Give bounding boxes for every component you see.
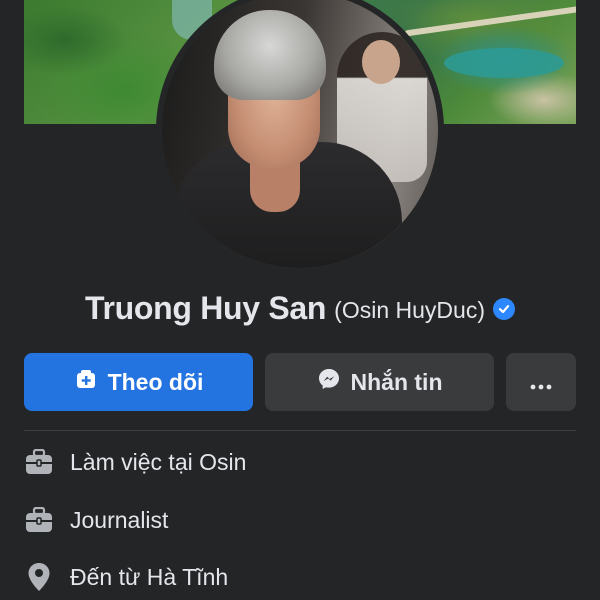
briefcase-icon: [24, 447, 54, 477]
intro-occupation-text: Journalist: [70, 506, 169, 533]
message-button[interactable]: Nhắn tin: [265, 353, 494, 411]
cover-lake: [444, 48, 564, 78]
verified-badge-icon: [492, 298, 515, 320]
profile-alternate-name: (Osin HuyDuc): [334, 296, 485, 323]
avatar-background-person-head: [362, 40, 400, 84]
profile-avatar[interactable]: [162, 0, 438, 268]
intro-item-occupation: Journalist: [24, 500, 576, 540]
profile-name: Truong Huy San: [85, 289, 327, 326]
more-dots-icon: [529, 369, 553, 396]
intro-item-hometown: Đến từ Hà Tĩnh: [24, 557, 576, 597]
follow-button[interactable]: Theo dõi: [24, 353, 253, 411]
location-pin-icon: [24, 562, 54, 592]
more-options-button[interactable]: [506, 353, 576, 411]
messenger-icon: [317, 367, 341, 397]
intro-item-work: Làm việc tại Osin: [24, 442, 576, 482]
intro-work-text: Làm việc tại Osin: [70, 448, 247, 475]
intro-hometown-text: Đến từ Hà Tĩnh: [70, 563, 229, 590]
follow-label: Theo dõi: [107, 368, 204, 395]
follow-icon: [74, 367, 98, 397]
message-label: Nhắn tin: [350, 368, 443, 395]
profile-actions: Theo dõi Nhắn tin: [24, 353, 576, 411]
profile-page: Truong Huy San (Osin HuyDuc) Theo dõi Nh…: [0, 0, 600, 600]
section-divider: [24, 430, 576, 431]
briefcase-icon: [24, 505, 54, 535]
profile-name-row: Truong Huy San (Osin HuyDuc): [0, 286, 600, 330]
